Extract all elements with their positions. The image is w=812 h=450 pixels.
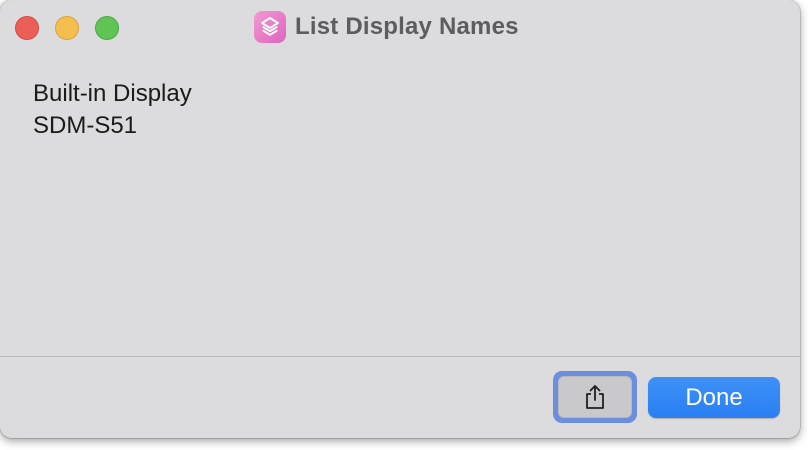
window-title-group: List Display Names — [254, 10, 519, 44]
window-title: List Display Names — [295, 13, 519, 40]
share-button-focus-ring — [553, 371, 637, 423]
share-icon — [586, 385, 604, 409]
share-button[interactable] — [558, 376, 632, 418]
minimize-button[interactable] — [55, 16, 79, 40]
close-button[interactable] — [15, 16, 39, 40]
result-line: Built-in Display — [33, 80, 192, 107]
result-text: Built-in Display SDM-S51 — [33, 78, 192, 142]
title-bar: List Display Names — [0, 0, 800, 54]
result-line: SDM-S51 — [33, 112, 138, 139]
dialog-window: List Display Names Built-in Display SDM-… — [0, 0, 800, 438]
done-button[interactable]: Done — [648, 377, 780, 418]
zoom-button[interactable] — [95, 16, 119, 40]
footer-divider — [0, 356, 800, 357]
shortcuts-icon — [254, 11, 286, 43]
